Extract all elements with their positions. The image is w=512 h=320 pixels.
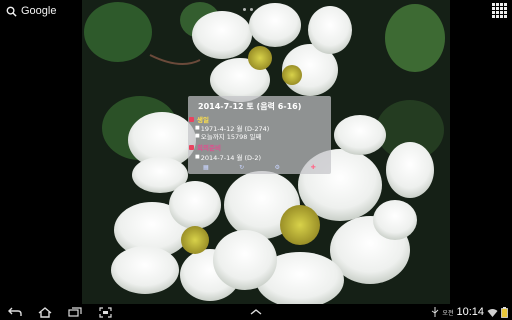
list-item: ■ 2014-7-14 월 (D-2)	[195, 154, 262, 162]
widget-toolbar: ▦ ↻ ⚙ ✚	[188, 162, 331, 172]
calendar-widget[interactable]: 2014-7-12 토 (음력 6-16) 생일 ■ 1971-4-12 월 (D…	[188, 96, 331, 174]
refresh-icon[interactable]: ↻	[236, 164, 248, 171]
search-icon	[6, 6, 17, 17]
page-dot	[250, 8, 253, 11]
google-search-label: Google	[21, 5, 57, 17]
widget-section-meeting[interactable]: 회의준비	[188, 142, 221, 152]
calendar-icon[interactable]: ▦	[200, 164, 212, 171]
screenshot-button[interactable]	[96, 305, 114, 319]
usb-icon	[432, 307, 439, 317]
back-icon	[8, 307, 22, 316]
navigation-bar: 오전 10:14	[0, 304, 512, 320]
add-icon[interactable]: ✚	[307, 164, 319, 171]
page-indicator	[243, 8, 253, 11]
chevron-up-icon	[250, 309, 262, 315]
expand-button[interactable]	[247, 305, 265, 319]
page-dot	[243, 8, 246, 11]
event-marker-icon	[189, 116, 194, 122]
wifi-icon	[487, 308, 498, 317]
back-button[interactable]	[6, 305, 24, 319]
event-marker-icon	[189, 144, 194, 150]
battery-icon	[501, 306, 508, 318]
am-pm-label: 오전	[442, 309, 454, 317]
google-search-bar[interactable]: Google	[6, 4, 56, 18]
settings-icon[interactable]: ⚙	[271, 164, 283, 171]
clock: 10:14	[456, 306, 484, 318]
screenshot-icon	[98, 306, 112, 318]
widget-date: 2014-7-12 토 (음력 6-16)	[198, 102, 302, 111]
status-area[interactable]: 오전 10:14	[431, 304, 508, 320]
recent-apps-icon	[68, 307, 82, 317]
home-button[interactable]	[36, 305, 54, 319]
home-icon	[38, 306, 52, 318]
list-item: ■ 오늘까지 15798 일째	[195, 133, 262, 141]
section-title: 회의준비	[197, 144, 221, 152]
apps-grid-icon[interactable]	[492, 3, 507, 18]
recent-apps-button[interactable]	[66, 305, 84, 319]
